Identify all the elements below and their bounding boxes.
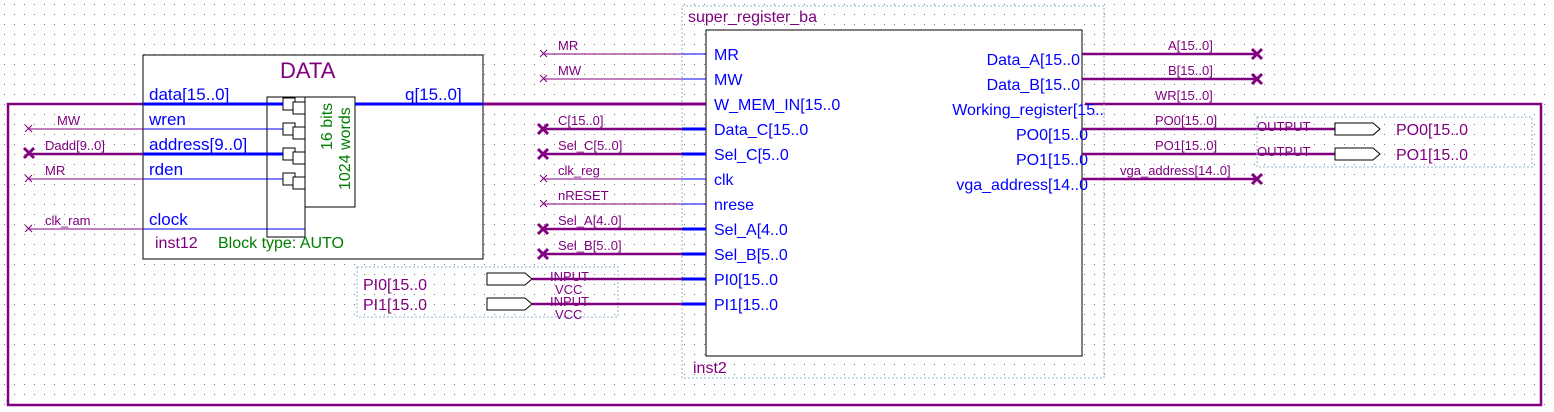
regbank-port-clk: clk [714,172,735,189]
net-label-wr: WR[15..0] [1155,88,1213,103]
input-pin-pi1-name: PI1[15..0 [363,297,427,314]
regbank-port-vga-address: vga_address[14..0 [956,177,1088,194]
ram-port-wren: wren [148,110,186,129]
net-label-mr: MR [558,38,578,53]
ram-instance-name: inst12 [155,235,198,252]
ram-register-column [266,96,306,238]
output-pin-po1-symbol[interactable] [1334,147,1381,161]
output-pin-po0-type: OUTPUT [1257,119,1311,134]
ram-title: DATA [280,58,336,83]
regbank-instance-name: inst2 [693,360,727,377]
regbank-title: super_register_ba [688,9,817,26]
ram-block-type: Block type: AUTO [218,235,344,252]
ram-net-clk-ram: clk_ram [45,213,91,228]
net-label-sel-b: Sel_B[5..0] [558,238,622,253]
net-label-po1: PO1[15..0] [1155,138,1217,153]
regbank-port-working-register: Working_register[15.. [952,102,1104,119]
net-label-a: A[15..0] [1168,38,1213,53]
regbank-port-pi0: PI0[15..0 [714,272,778,289]
output-pin-po0-name: PO0[15..0 [1396,122,1468,139]
regbank-port-sel-b: Sel_B[5..0 [714,247,788,264]
regbank-port-nreset: nrese [714,197,754,214]
net-label-vga-address: vga_address[14..0] [1120,163,1231,178]
regbank-port-sel-c: Sel_C[5..0 [714,147,789,164]
ram-net-dadd: Dadd[9..0] [45,138,105,153]
regbank-port-mr: MR [714,47,739,64]
net-label-clk-reg: clk_reg [558,163,600,178]
regbank-port-po1: PO1[15..0 [1016,152,1088,169]
ram-port-data: data[15..0] [149,85,229,104]
input-pin-pi0-symbol[interactable] [486,272,533,286]
regbank-port-data-c: Data_C[15..0 [714,122,808,139]
net-label-nreset: nRESET [558,188,609,203]
ram-bits-label: 16 bits [319,103,336,150]
net-label-sel-c: Sel_C[5..0] [558,138,622,153]
ram-port-address: address[9..0] [149,135,247,154]
schematic-canvas: DATA 16 bits 1024 words data[15..0] wren… [0,0,1554,412]
net-label-sel-a: Sel_A[4..0] [558,213,622,228]
ram-port-q: q[15..0] [405,85,462,104]
output-pin-po1-type: OUTPUT [1257,144,1311,159]
output-pin-po0-symbol[interactable] [1334,122,1381,136]
net-label-po0: PO0[15..0] [1155,113,1217,128]
net-label-mw: MW [558,63,582,78]
ram-net-mr: MR [45,163,65,178]
output-pin-po1-name: PO1[15..0 [1396,147,1468,164]
regbank-port-sel-a: Sel_A[4..0 [714,222,788,239]
input-pin-pi1-symbol[interactable] [486,297,533,311]
regbank-port-data-b: Data_B[15..0 [987,77,1081,94]
ram-words-label: 1024 words [337,107,354,190]
ram-net-mw: MW [57,113,81,128]
net-label-b: B[15..0] [1168,63,1213,78]
net-label-c: C[15..0] [558,113,604,128]
ram-port-clock: clock [149,210,188,229]
regbank-port-data-a: Data_A[15..0 [987,52,1081,69]
input-pin-pi1-vcc: VCC [555,307,582,322]
regbank-port-pi1: PI1[15..0 [714,297,778,314]
regbank-port-mw: MW [714,72,743,89]
ram-port-rden: rden [149,160,183,179]
input-pin-pi0-name: PI0[15..0 [363,277,427,294]
regbank-port-po0: PO0[15..0 [1016,127,1088,144]
regbank-port-w-mem-in: W_MEM_IN[15..0 [714,97,840,114]
